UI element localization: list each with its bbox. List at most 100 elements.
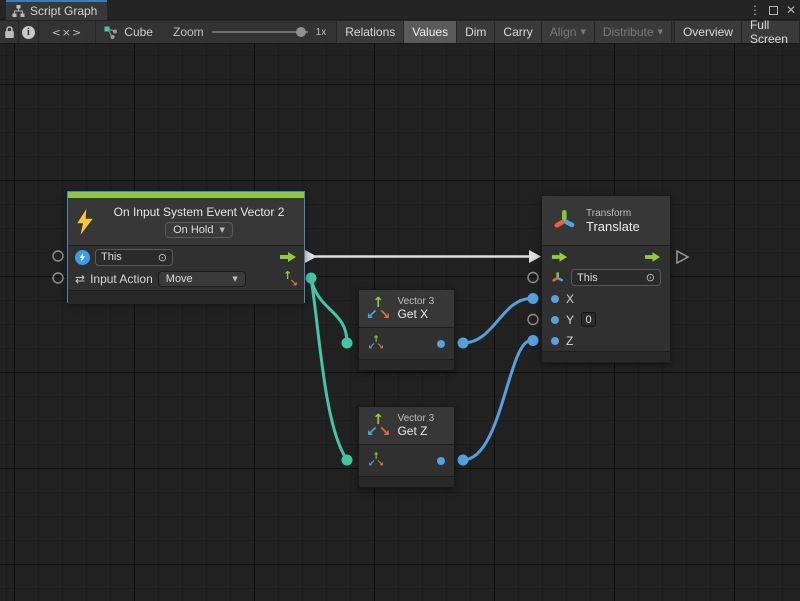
getz-output-port[interactable] (458, 455, 469, 466)
getx-output-port[interactable] (458, 338, 469, 349)
get-x-category: Vector 3 (397, 296, 434, 307)
lock-icon (4, 26, 15, 39)
overview-button[interactable]: Overview (675, 21, 742, 43)
get-z-port-row: ↑ ↙ ↘ (359, 445, 454, 476)
graph-name: Cube (124, 25, 153, 39)
window-menu-icon[interactable]: ⋮ (749, 0, 761, 20)
event-action-input-port[interactable] (53, 273, 63, 283)
values-button[interactable]: Values (404, 21, 457, 43)
z-port-label: Z (566, 334, 573, 348)
getx-input-port[interactable] (342, 338, 353, 349)
translate-z-input-port[interactable] (528, 335, 539, 346)
vector3-mini-icon: ↑ ↙ ↘ (368, 336, 384, 352)
float-port-dot (551, 337, 559, 345)
control-input-arrow-icon[interactable] (551, 251, 568, 263)
zoom-slider-track (212, 31, 308, 33)
event-target-field[interactable]: This ⊙ (95, 249, 173, 266)
get-z-category: Vector 3 (397, 413, 434, 424)
info-button[interactable]: i (19, 21, 38, 43)
getz-input-port[interactable] (342, 455, 353, 466)
vector2-wire-to-getz[interactable] (311, 278, 347, 460)
translate-control-row (542, 246, 670, 267)
get-z-footer (359, 476, 454, 487)
float-output-dot (437, 340, 445, 348)
zoom-slider[interactable] (212, 26, 308, 38)
close-icon[interactable]: ✕ (786, 0, 796, 20)
input-action-dropdown[interactable]: Move ▼ (158, 271, 246, 287)
event-target-input-port[interactable] (53, 251, 63, 261)
control-output-arrow-icon[interactable] (644, 251, 661, 263)
distribute-dropdown[interactable]: Distribute ▼ (595, 21, 672, 43)
event-target-row: This ⊙ (68, 246, 304, 268)
transform-mini-icon (551, 271, 564, 285)
title-bar: Script Graph ⋮ ✕ (0, 0, 800, 20)
y-value-input[interactable]: 0 (581, 312, 596, 327)
translate-z-row: Z (542, 330, 670, 351)
align-label: Align (550, 25, 577, 39)
get-x-node[interactable]: ↑ ↙ ↘ Vector 3 Get X ↑ ↙ ↘ (358, 289, 455, 371)
control-wire-dest-arrow (529, 250, 541, 263)
get-x-footer (359, 359, 454, 370)
code-view-button[interactable]: <×> (39, 21, 97, 43)
vector2-output-icon[interactable]: ↑ ↘ (282, 271, 297, 287)
event-mode-value: On Hold (173, 224, 213, 236)
event-mode-dropdown[interactable]: On Hold ▼ (165, 222, 233, 238)
dim-button[interactable]: Dim (457, 21, 495, 43)
translate-node-footer (542, 351, 670, 362)
vector3-icon: ↑ ↙ ↘ (366, 296, 390, 322)
get-z-title: Get Z (397, 424, 434, 438)
relations-button[interactable]: Relations (337, 21, 404, 43)
chevron-down-icon: ▼ (219, 227, 224, 234)
translate-node-title: Translate (586, 219, 640, 234)
chevron-down-icon: ▼ (658, 29, 663, 36)
vector2-wire-to-getx[interactable] (311, 278, 347, 343)
y-port-label: Y (566, 313, 574, 327)
get-x-title: Get X (397, 307, 434, 321)
script-machine-icon (75, 250, 90, 265)
tab-script-graph[interactable]: Script Graph (6, 0, 107, 20)
unconnected-control-output-arrow[interactable] (677, 251, 688, 263)
translate-y-input-port[interactable] (528, 315, 538, 325)
lock-button[interactable] (0, 21, 19, 43)
event-target-value: This (101, 251, 122, 263)
graph-icon (104, 26, 118, 39)
control-wire-source-arrow (305, 250, 317, 263)
tab-title: Script Graph (30, 4, 97, 18)
translate-node-category: Transform (586, 208, 640, 219)
get-z-node[interactable]: ↑ ↙ ↘ Vector 3 Get Z ↑ ↙ ↘ (358, 406, 455, 488)
input-action-label: Input Action (90, 272, 153, 286)
chevron-down-icon: ▼ (232, 276, 237, 283)
maximize-icon[interactable] (769, 6, 778, 15)
translate-target-input-port[interactable] (528, 273, 538, 283)
chevron-down-icon: ▼ (580, 29, 585, 36)
control-output-arrow-icon[interactable] (279, 251, 297, 263)
input-action-value: Move (166, 273, 193, 285)
graph-canvas[interactable]: On Input System Event Vector 2 On Hold ▼… (0, 44, 800, 601)
translate-x-input-port[interactable] (528, 293, 539, 304)
float-port-dot (551, 316, 559, 324)
align-dropdown[interactable]: Align ▼ (542, 21, 595, 43)
zoom-slider-handle[interactable] (296, 27, 306, 37)
vector3-mini-icon: ↑ ↙ ↘ (368, 453, 384, 469)
translate-node[interactable]: Transform Translate (541, 195, 671, 363)
event-action-row: ⇄ Input Action Move ▼ ↑ ↘ (68, 268, 304, 290)
carry-button[interactable]: Carry (495, 21, 541, 43)
get-x-port-row: ↑ ↙ ↘ (359, 328, 454, 359)
event-node-footer (68, 290, 304, 304)
script-graph-window: Script Graph ⋮ ✕ i <×> Cube (0, 0, 800, 601)
target-picker-icon[interactable]: ⊙ (646, 271, 655, 284)
graph-breadcrumb[interactable]: Cube (96, 21, 163, 43)
translate-target-field[interactable]: This ⊙ (571, 269, 661, 286)
getz-to-z-wire[interactable] (463, 341, 531, 461)
graph-toolbar: i <×> Cube Zoom 1x Relations Values Dim … (0, 21, 800, 44)
getx-to-x-wire[interactable] (463, 299, 531, 344)
event-vector2-output-port[interactable] (306, 273, 317, 284)
input-action-icon: ⇄ (75, 273, 85, 285)
zoom-label: Zoom (173, 25, 204, 39)
target-picker-icon[interactable]: ⊙ (158, 251, 167, 264)
fullscreen-button[interactable]: Full Screen (742, 21, 800, 43)
translate-target-row: This ⊙ (542, 267, 670, 288)
float-output-dot (437, 457, 445, 465)
event-node[interactable]: On Input System Event Vector 2 On Hold ▼… (67, 191, 305, 303)
x-port-label: X (566, 292, 574, 306)
